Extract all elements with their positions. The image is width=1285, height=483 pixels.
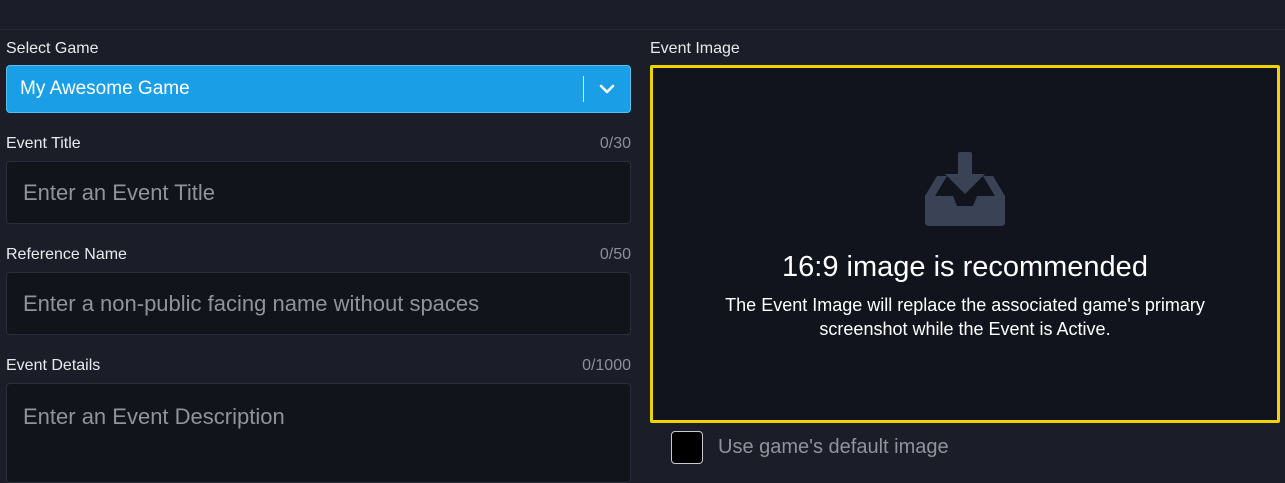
reference-name-counter: 0/50	[599, 246, 631, 263]
select-game-value: My Awesome Game	[20, 78, 190, 99]
default-image-checkbox[interactable]	[671, 430, 703, 464]
event-details-textarea[interactable]	[6, 383, 631, 483]
top-bar	[0, 0, 1285, 30]
event-image-label-row: Event Image	[650, 39, 1280, 59]
event-title-label-row: Event Title 0/30	[6, 134, 631, 154]
reference-name-label-row: Reference Name 0/50	[6, 245, 631, 265]
drop-zone-heading: 16:9 image is recommended	[782, 251, 1148, 283]
event-title-label: Event Title	[6, 135, 81, 152]
drop-zone-description: The Event Image will replace the associa…	[653, 293, 1277, 341]
event-title-counter: 0/30	[599, 135, 631, 152]
select-game-label: Select Game	[6, 40, 99, 57]
default-image-label[interactable]: Use game's default image	[718, 436, 949, 459]
drop-zone-description-line1: The Event Image will replace the associa…	[725, 295, 1205, 315]
event-image-label: Event Image	[650, 40, 740, 57]
event-details-label: Event Details	[6, 357, 101, 374]
reference-name-input[interactable]	[6, 272, 631, 335]
event-title-input[interactable]	[6, 161, 631, 224]
select-game-label-row: Select Game	[6, 39, 631, 59]
select-game-dropdown[interactable]: My Awesome Game	[6, 65, 631, 113]
chevron-down-icon[interactable]	[584, 66, 630, 112]
drop-zone-description-line2: screenshot while the Event is Active.	[819, 319, 1111, 339]
reference-name-label: Reference Name	[6, 246, 127, 263]
download-tray-icon	[925, 152, 1005, 226]
default-image-option: Use game's default image	[671, 430, 949, 464]
event-details-counter: 0/1000	[582, 357, 631, 374]
event-details-label-row: Event Details 0/1000	[6, 356, 631, 376]
event-image-drop-zone[interactable]: 16:9 image is recommended The Event Imag…	[650, 65, 1280, 423]
